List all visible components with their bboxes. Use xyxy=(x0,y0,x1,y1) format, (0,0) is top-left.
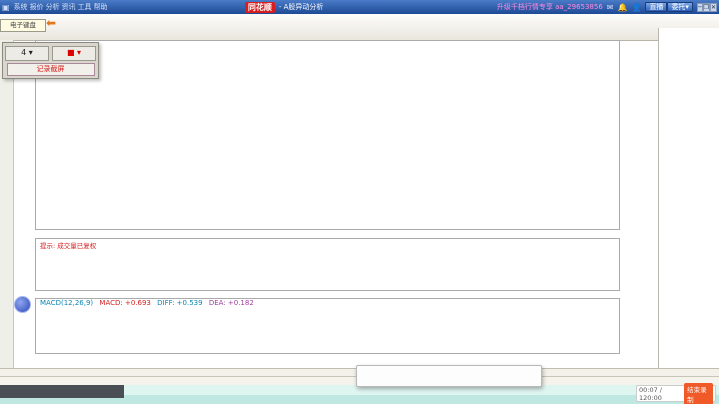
recording-time: 00:07 / 120:00 xyxy=(639,386,681,402)
diff-value: DIFF: +0.539 xyxy=(157,299,202,307)
color-dropdown[interactable]: ■ ▾ xyxy=(52,46,96,61)
macd-header: MACD(12,26,9) MACD: +0.693 DIFF: +0.539 … xyxy=(40,299,254,307)
adjust-note: 提示: 成交量已复权 xyxy=(40,240,96,250)
quote-panel xyxy=(658,28,719,368)
app-window: ▣ 系统报价分析资讯工具帮助 同花顺 - A股异动分析 升级千档行情专享 aa_… xyxy=(0,0,719,404)
stop-recording-button[interactable]: 结束录制 xyxy=(684,383,713,404)
line-width-dropdown[interactable]: 4 ▾ xyxy=(5,46,49,61)
macd-value: MACD: +0.693 xyxy=(99,299,150,307)
pen-toolbar-dark xyxy=(0,385,124,398)
macd-param: MACD(12,26,9) xyxy=(40,299,93,307)
marker-tool-badge[interactable] xyxy=(14,296,31,313)
screen-recorder-overlay: 00:07 / 120:00 结束录制 xyxy=(636,385,716,402)
record-screenshot-button[interactable]: 记录截屏 xyxy=(7,63,95,76)
keyboard-tooltip: 电子键盘 xyxy=(0,19,46,32)
annotation-toolbar xyxy=(356,365,542,387)
dea-value: DEA: +0.182 xyxy=(209,299,254,307)
drawing-palette: 4 ▾ ■ ▾ 记录截屏 xyxy=(2,42,99,79)
